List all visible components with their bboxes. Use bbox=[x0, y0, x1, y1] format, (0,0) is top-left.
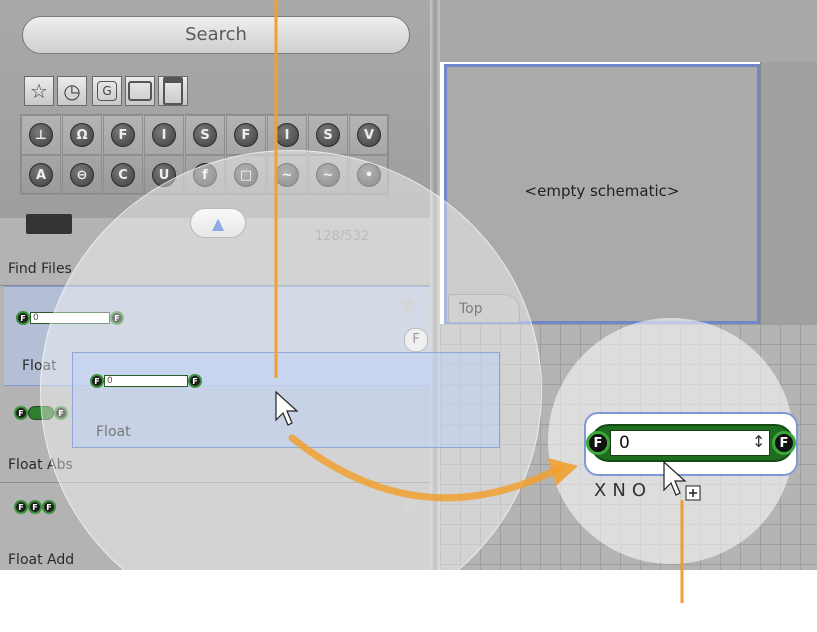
drag-arrow bbox=[288, 434, 564, 502]
mouse-cursor-icon bbox=[275, 390, 299, 426]
drag-arrowhead bbox=[548, 458, 578, 486]
annotation-layer bbox=[274, 0, 701, 603]
copy-cursor-icon bbox=[663, 460, 687, 496]
